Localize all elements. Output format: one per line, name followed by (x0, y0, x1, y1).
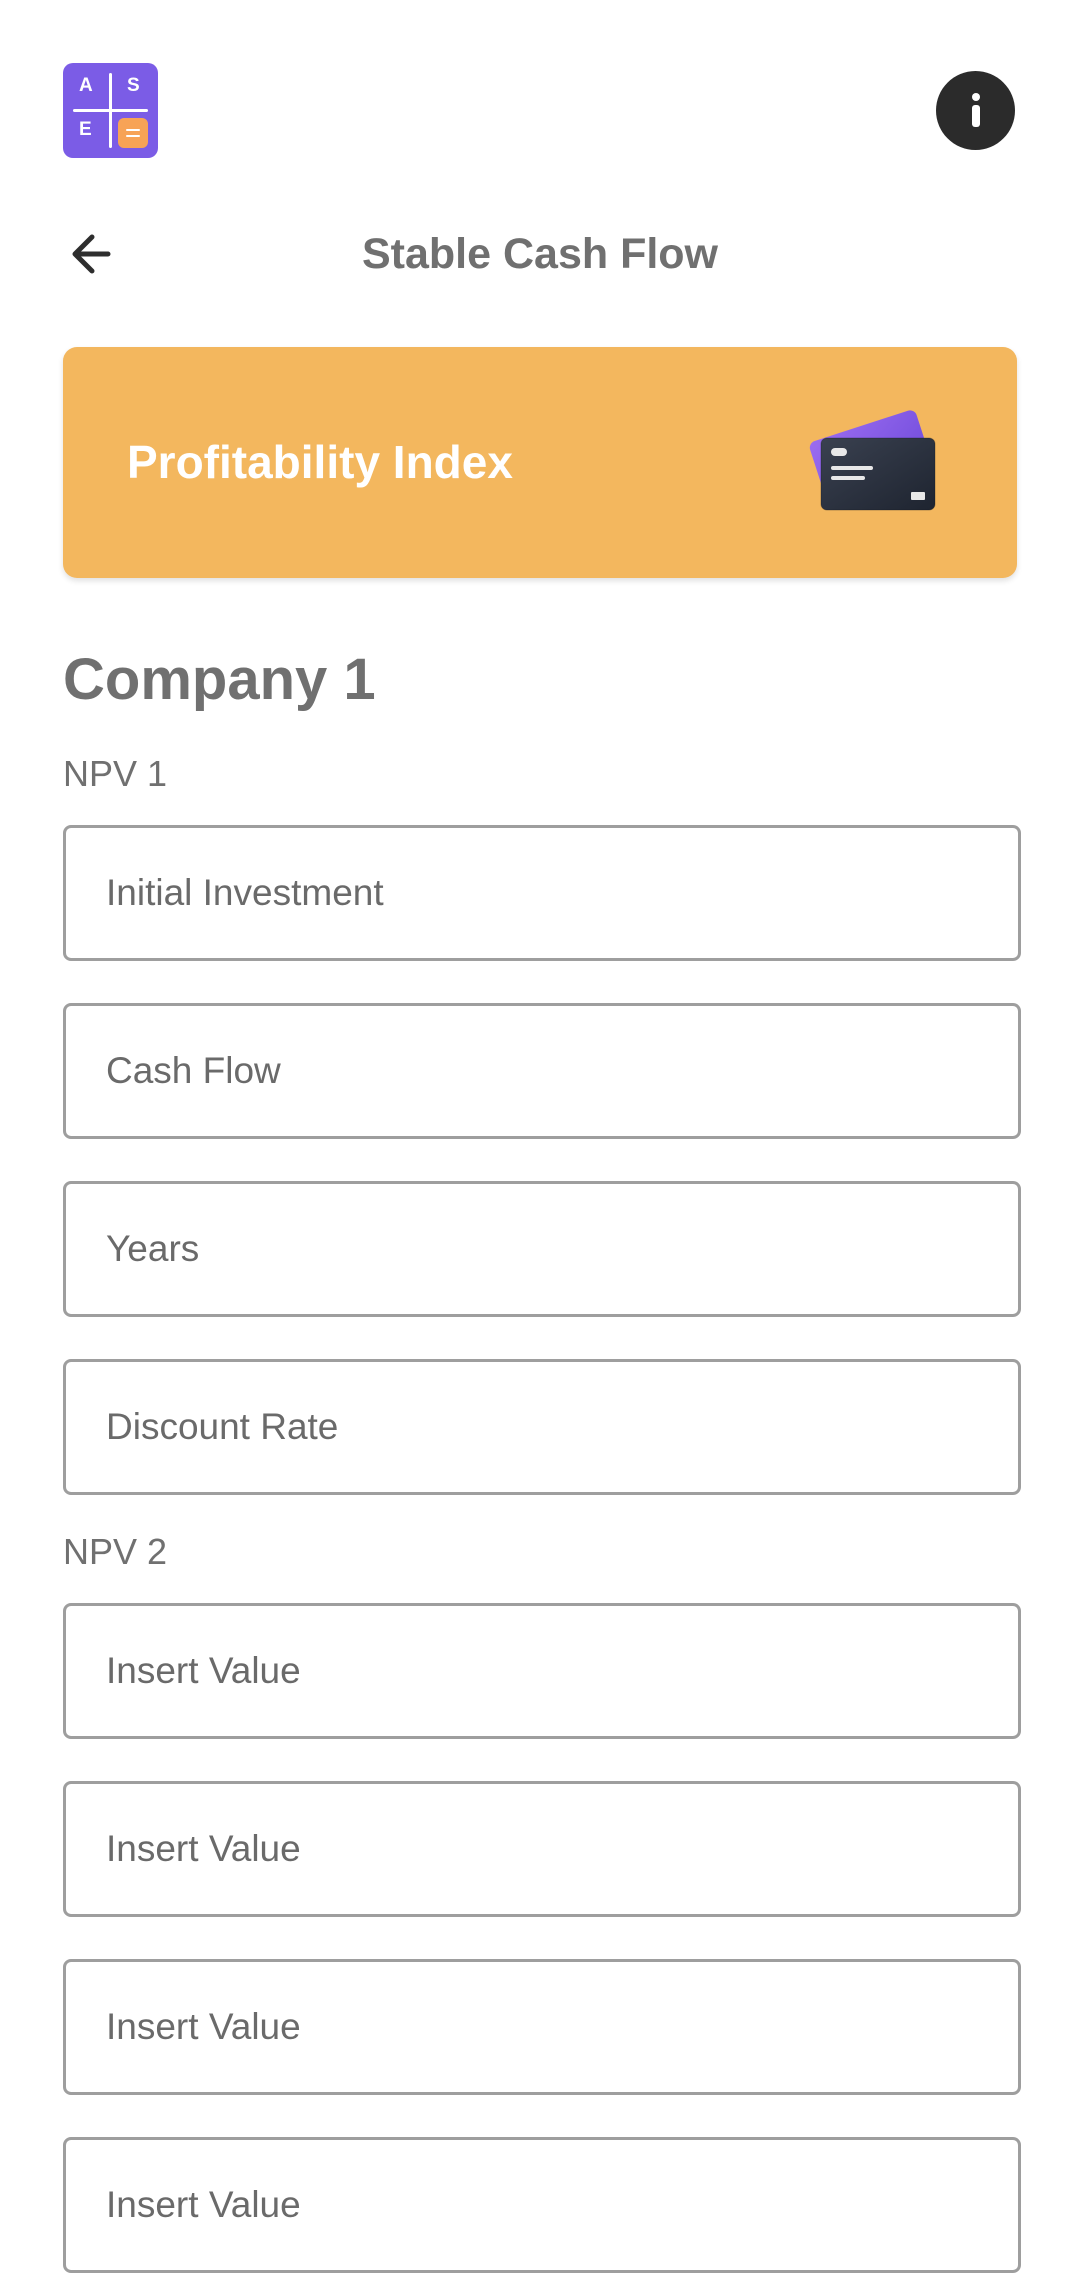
info-icon-dot (972, 93, 980, 101)
cash-flow-input[interactable] (66, 1006, 1018, 1136)
cash-flow-field (63, 1003, 1021, 1139)
info-icon-stem (972, 105, 980, 127)
npv2-value-input-1[interactable] (66, 1606, 1018, 1736)
npv2-value-input-3[interactable] (66, 1962, 1018, 2092)
profitability-index-banner: Profitability Index (63, 347, 1017, 578)
page-title: Stable Cash Flow (361, 230, 718, 278)
info-icon[interactable] (936, 71, 1015, 150)
initial-investment-field (63, 825, 1021, 961)
discount-rate-input[interactable] (66, 1362, 1018, 1492)
years-field (63, 1181, 1021, 1317)
years-input[interactable] (66, 1184, 1018, 1314)
npv2-value-field-1 (63, 1603, 1021, 1739)
npv1-label: NPV 1 (63, 753, 168, 794)
npv2-label: NPV 2 (63, 1531, 168, 1572)
npv2-value-field-2 (63, 1781, 1021, 1917)
logo-letter: E (79, 119, 92, 140)
npv2-value-field-3 (63, 1959, 1021, 2095)
credit-card-icon (809, 410, 936, 511)
npv2-value-input-4[interactable] (66, 2140, 1018, 2270)
npv2-value-input-2[interactable] (66, 1784, 1018, 1914)
initial-investment-input[interactable] (66, 828, 1018, 958)
banner-title: Profitability Index (127, 436, 513, 488)
equals-icon (118, 118, 148, 148)
app-logo: A S E (63, 63, 158, 158)
section-title: Company 1 (63, 647, 376, 712)
logo-letter: A (79, 75, 93, 96)
npv2-value-field-4 (63, 2137, 1021, 2273)
logo-divider-horizontal (73, 109, 148, 112)
discount-rate-field (63, 1359, 1021, 1495)
logo-letter: S (127, 75, 140, 96)
